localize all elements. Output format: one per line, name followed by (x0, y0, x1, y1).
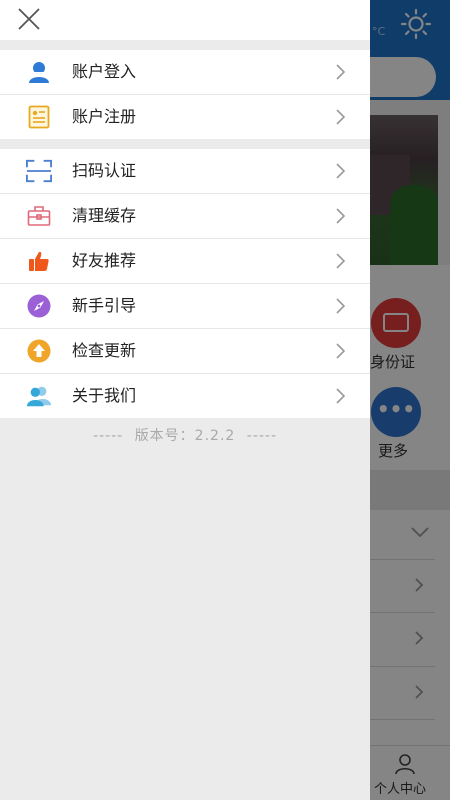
menu-item-scan-auth[interactable]: 扫码认证 (0, 149, 370, 193)
chevron-right-icon (336, 109, 346, 125)
chevron-right-icon (336, 298, 346, 314)
chevron-right-icon (336, 208, 346, 224)
upload-arrow-icon (26, 339, 52, 363)
chevron-right-icon (336, 388, 346, 404)
side-drawer: 账户登入 账户注册 扫码认证 清理缓存 好友推荐 新手引导 检查更新 关于我们 … (0, 0, 370, 800)
drawer-top-bar (0, 0, 370, 40)
menu-group-account: 账户登入 账户注册 (0, 50, 370, 139)
menu-item-login[interactable]: 账户登入 (0, 50, 370, 94)
compass-icon (26, 294, 52, 318)
version-info: ----- 版本号：2.2.2 ----- (0, 425, 370, 445)
user-icon (26, 60, 52, 84)
chevron-right-icon (336, 64, 346, 80)
thumbs-up-icon (26, 249, 52, 273)
menu-item-label: 清理缓存 (72, 206, 137, 225)
close-icon[interactable] (16, 6, 42, 32)
menu-item-label: 账户注册 (72, 107, 137, 126)
menu-item-label: 关于我们 (72, 386, 137, 405)
version-dashes-right: ----- (246, 428, 278, 444)
menu-item-label: 扫码认证 (72, 161, 137, 180)
chevron-right-icon (336, 163, 346, 179)
scan-icon (26, 159, 52, 183)
menu-item-about-us[interactable]: 关于我们 (0, 373, 370, 418)
menu-item-recommend-friends[interactable]: 好友推荐 (0, 238, 370, 283)
menu-item-register[interactable]: 账户注册 (0, 94, 370, 139)
menu-item-label: 好友推荐 (72, 251, 137, 270)
briefcase-icon (26, 204, 52, 228)
menu-item-clear-cache[interactable]: 清理缓存 (0, 193, 370, 238)
menu-group-tools: 扫码认证 清理缓存 好友推荐 新手引导 检查更新 关于我们 (0, 149, 370, 418)
menu-item-label: 检查更新 (72, 341, 137, 360)
chevron-right-icon (336, 343, 346, 359)
menu-item-label: 新手引导 (72, 296, 137, 315)
chevron-right-icon (336, 253, 346, 269)
menu-item-label: 账户登入 (72, 62, 137, 81)
menu-item-beginner-guide[interactable]: 新手引导 (0, 283, 370, 328)
version-text: 版本号：2.2.2 (134, 428, 236, 444)
people-icon (26, 384, 52, 408)
register-form-icon (26, 105, 52, 129)
menu-item-check-update[interactable]: 检查更新 (0, 328, 370, 373)
version-dashes-left: ----- (92, 428, 124, 444)
